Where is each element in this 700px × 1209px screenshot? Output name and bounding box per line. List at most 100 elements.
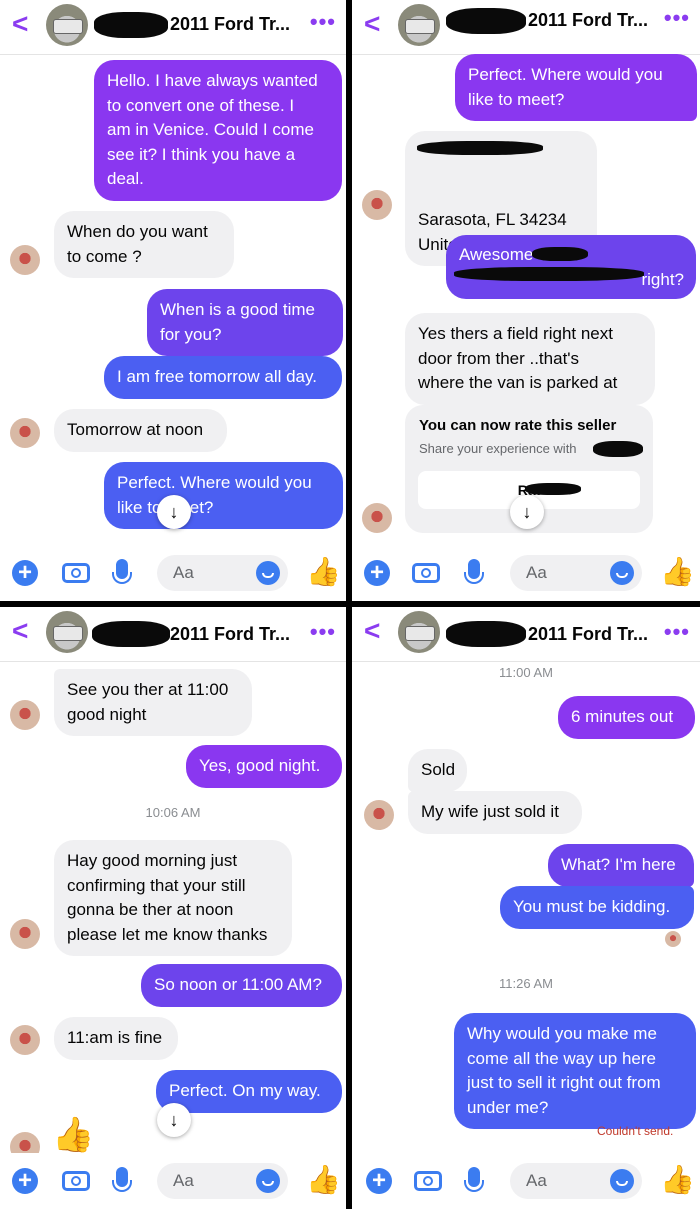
back-chevron-icon[interactable]: < [364,10,380,38]
avatar[interactable] [398,4,440,46]
message-sent[interactable]: What? I'm here [548,844,694,887]
rate-card-title: You can now rate this seller [419,417,617,434]
back-chevron-icon[interactable]: < [12,10,28,38]
message-sent[interactable]: So noon or 11:00 AM? [141,964,342,1007]
redaction [525,483,581,495]
sender-avatar[interactable] [362,503,392,533]
timestamp: 11:26 AM [499,976,553,991]
message-text: right? [641,270,684,289]
sender-avatar[interactable] [362,190,392,220]
scroll-down-icon[interactable]: ↓ [510,495,544,529]
emoji-icon[interactable] [610,561,634,585]
message-sent[interactable]: Yes, good night. [186,745,342,788]
plus-icon[interactable]: + [364,560,390,586]
message-received[interactable]: Sold [408,749,467,792]
redaction [92,621,170,647]
redaction [417,141,543,155]
message-input[interactable]: Aa [510,1163,642,1199]
timestamp: 11:00 AM [499,665,553,680]
sender-avatar[interactable] [364,800,394,830]
mic-icon[interactable] [464,559,484,584]
chat-panel-1: < 2011 Ford Tr... ••• Hello. I have alwa… [0,0,346,601]
avatar[interactable] [46,611,88,653]
chat-title[interactable]: 2011 Ford Tr... [170,624,290,645]
chat-header: < 2011 Ford Tr... ••• [0,607,346,662]
sender-avatar[interactable] [10,245,40,275]
redaction [94,12,168,38]
thumbs-up-icon[interactable]: 👍 [306,1165,341,1195]
plus-icon[interactable]: + [12,560,38,586]
scroll-down-icon[interactable]: ↓ [157,495,191,529]
thumbs-up-icon[interactable]: 👍 [660,557,695,587]
camera-icon[interactable] [62,563,90,583]
scroll-down-icon[interactable]: ↓ [157,1103,191,1137]
message-text: Awesome [459,245,534,264]
plus-icon[interactable]: + [366,1168,392,1194]
message-sent[interactable]: Hello. I have always wanted to convert o… [94,60,342,201]
sender-avatar[interactable] [10,1025,40,1055]
message-input-placeholder: Aa [526,563,547,582]
avatar[interactable] [46,4,88,46]
mic-icon[interactable] [464,1167,484,1192]
redaction [454,267,644,281]
message-sent[interactable]: I am free tomorrow all day. [104,356,342,399]
message-received[interactable]: Hay good morning just confirming that yo… [54,840,292,956]
sender-avatar[interactable] [10,418,40,448]
composer: + Aa 👍 [0,1153,346,1209]
chat-title[interactable]: 2011 Ford Tr... [170,14,290,35]
back-chevron-icon[interactable]: < [364,617,380,645]
message-received[interactable]: Yes thers a field right next door from t… [405,313,655,405]
sender-avatar[interactable] [10,700,40,730]
message-sent[interactable]: Perfect. Where would you like to meet? [104,462,343,529]
chat-panel-4: < 2011 Ford Tr... ••• 11:00 AM 6 minutes… [352,607,700,1209]
chat-header: < 2011 Ford Tr... ••• [352,0,700,55]
back-chevron-icon[interactable]: < [12,617,28,645]
thumbs-up-icon[interactable]: 👍 [306,557,341,587]
redaction [532,247,588,261]
redaction [446,621,526,647]
message-input[interactable]: Aa [510,555,642,591]
message-received[interactable]: When do you want to come ? [54,211,234,278]
more-icon[interactable]: ••• [664,621,690,643]
thumbs-up-icon[interactable]: 👍 [660,1165,695,1195]
emoji-icon[interactable] [256,561,280,585]
sender-avatar[interactable] [10,919,40,949]
message-sent[interactable]: When is a good time for you? [147,289,343,356]
emoji-icon[interactable] [256,1169,280,1193]
redaction [593,441,643,457]
message-input[interactable]: Aa [157,1163,288,1199]
message-sent[interactable]: You must be kidding. [500,886,694,929]
message-sent[interactable]: Perfect. Where would you like to meet? [455,54,697,121]
mic-icon[interactable] [112,1167,132,1192]
message-received[interactable]: 11:am is fine [54,1017,178,1060]
read-receipt-avatar [665,931,681,947]
composer: + Aa 👍 [352,545,700,601]
message-received[interactable]: Tomorrow at noon [54,409,227,452]
more-icon[interactable]: ••• [310,621,336,643]
message-received[interactable]: My wife just sold it [408,791,582,834]
emoji-icon[interactable] [610,1169,634,1193]
avatar[interactable] [398,611,440,653]
message-input-placeholder: Aa [173,563,194,582]
message-sent[interactable]: Why would you make me come all the way u… [454,1013,696,1129]
camera-icon[interactable] [414,1171,442,1191]
send-error-note[interactable]: Couldn't send. [597,1124,673,1138]
chat-panel-2: < 2011 Ford Tr... ••• Perfect. Where wou… [352,0,700,601]
message-received[interactable]: See you ther at 11:00 good night [54,669,252,736]
message-sent[interactable]: Awesome right? [446,235,696,299]
more-icon[interactable]: ••• [310,11,336,33]
camera-icon[interactable] [412,563,440,583]
composer: + Aa 👍 [0,545,346,601]
more-icon[interactable]: ••• [664,7,690,29]
chat-header: < 2011 Ford Tr... ••• [352,607,700,662]
chat-title[interactable]: 2011 Ford Tr... [528,10,648,31]
camera-icon[interactable] [62,1171,90,1191]
timestamp: 10:06 AM [145,805,201,820]
plus-icon[interactable]: + [12,1168,38,1194]
chat-title[interactable]: 2011 Ford Tr... [528,624,648,645]
mic-icon[interactable] [112,559,132,584]
message-input[interactable]: Aa [157,555,288,591]
message-sent[interactable]: 6 minutes out [558,696,695,739]
redaction [446,8,526,34]
message-input-placeholder: Aa [526,1171,547,1190]
